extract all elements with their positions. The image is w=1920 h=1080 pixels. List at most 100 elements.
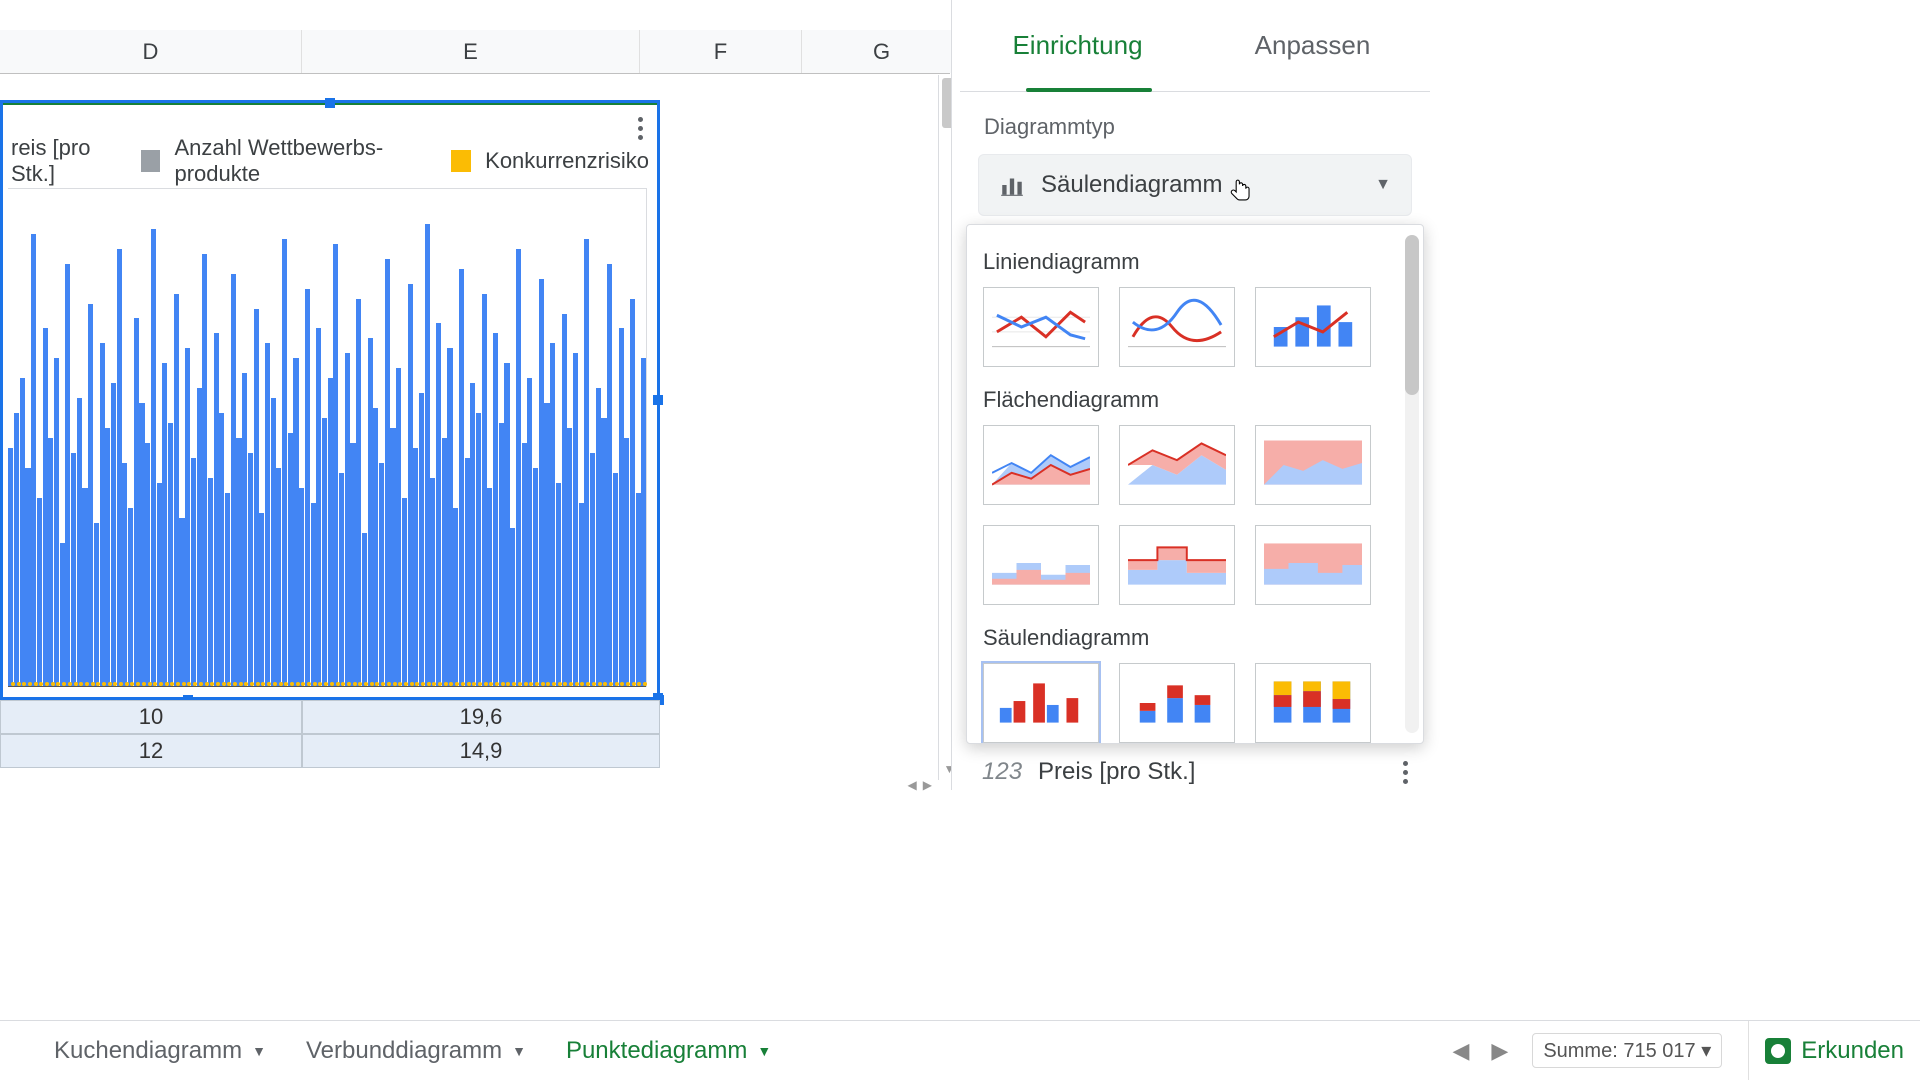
bar [197, 388, 202, 687]
thumb-area-100[interactable] [1255, 425, 1371, 505]
bar [356, 299, 361, 687]
bar [105, 428, 110, 687]
column-header-d[interactable]: D [0, 30, 302, 73]
resize-handle-top[interactable] [325, 98, 335, 108]
bar [305, 289, 310, 687]
bar [373, 408, 378, 687]
thumb-step-100[interactable] [1255, 525, 1371, 605]
caret-down-icon: ▼ [757, 1043, 771, 1059]
cell-d[interactable]: 10 [0, 700, 302, 734]
thumb-area-stacked[interactable] [1119, 425, 1235, 505]
cell-e[interactable]: 19,6 [302, 700, 660, 734]
bar [447, 348, 452, 687]
number-format-icon: 123 [982, 758, 1022, 786]
dropdown-scrollbar-thumb[interactable] [1405, 235, 1419, 395]
bar [516, 249, 521, 687]
bar [459, 269, 464, 687]
bar [100, 343, 105, 687]
table-row: 12 14,9 [0, 734, 660, 768]
explore-button[interactable]: Erkunden [1748, 1021, 1920, 1080]
bar [613, 473, 618, 687]
legend-label-1: Anzahl Wettbewerbs-produkte [174, 135, 437, 187]
dropdown-group-title: Flächendiagramm [983, 387, 1407, 413]
thumb-column-100[interactable] [1255, 663, 1371, 743]
table-row: 10 19,6 [0, 700, 660, 734]
bar [567, 428, 572, 687]
bar [345, 353, 350, 687]
data-range-field[interactable]: 123 Preis [pro Stk.] [960, 744, 1430, 800]
dropdown-group-title: Säulendiagramm [983, 625, 1407, 651]
bar [236, 438, 241, 687]
sheet-tab[interactable]: Verbunddiagramm▼ [292, 1031, 540, 1071]
bar [476, 413, 481, 687]
cell-d[interactable]: 12 [0, 734, 302, 768]
thumb-combo[interactable] [1255, 287, 1371, 367]
bar [470, 383, 475, 687]
bar [293, 358, 298, 687]
bar [339, 473, 344, 687]
summary-box[interactable]: Summe: 715 017 ▾ [1532, 1033, 1722, 1068]
tab-customize[interactable]: Anpassen [1195, 0, 1430, 91]
thumb-step[interactable] [983, 525, 1099, 605]
column-header-g[interactable]: G [802, 30, 962, 73]
bar [20, 378, 25, 687]
sheet-nav-prev[interactable]: ◀ [1452, 1038, 1469, 1064]
caret-down-icon: ▼ [512, 1043, 526, 1059]
bar [254, 309, 259, 687]
bar [202, 254, 207, 687]
bar [562, 314, 567, 688]
bar [590, 453, 595, 687]
thumb-spline[interactable] [1119, 287, 1235, 367]
field-menu-kebab[interactable] [1403, 761, 1408, 784]
bar [533, 468, 538, 687]
bar [333, 244, 338, 687]
bar [328, 378, 333, 687]
bar [350, 443, 355, 687]
bar [94, 523, 99, 687]
scroll-left-arrow[interactable]: ◀ [908, 778, 917, 792]
resize-handle-right[interactable] [653, 395, 663, 405]
bar [596, 388, 601, 687]
column-header-f[interactable]: F [640, 30, 802, 73]
bar [288, 433, 293, 687]
bar [607, 264, 612, 687]
bar [191, 458, 196, 687]
bar [77, 398, 82, 687]
sheet-nav-next[interactable]: ▶ [1491, 1038, 1508, 1064]
bar [248, 453, 253, 687]
chart-object[interactable]: reis [pro Stk.] Anzahl Wettbewerbs-produ… [0, 100, 660, 700]
bar [151, 229, 156, 687]
sheet-tab-bar: Kuchendiagramm▼ Verbunddiagramm▼ Punkted… [0, 1020, 1920, 1080]
bar [259, 513, 264, 687]
thumb-step-stacked[interactable] [1119, 525, 1235, 605]
bar [579, 503, 584, 687]
column-header-e[interactable]: E [302, 30, 640, 73]
scroll-right-arrow[interactable]: ▶ [923, 778, 932, 792]
explore-label: Erkunden [1801, 1037, 1904, 1065]
bar [482, 294, 487, 687]
column-header-row: D E F G [0, 30, 950, 74]
bar [88, 304, 93, 687]
tab-setup[interactable]: Einrichtung [960, 0, 1195, 91]
data-cells: 10 19,6 12 14,9 [0, 700, 660, 768]
panel-tabs: Einrichtung Anpassen [960, 0, 1430, 92]
bar [157, 483, 162, 687]
sheet-tab-active[interactable]: Punktediagramm▼ [552, 1031, 785, 1071]
thumb-column-stacked[interactable] [1119, 663, 1235, 743]
dropdown-group-title: Liniendiagramm [983, 249, 1407, 275]
bar [122, 463, 127, 687]
bar [619, 328, 624, 687]
field-label: Preis [pro Stk.] [1038, 758, 1195, 786]
thumb-line[interactable] [983, 287, 1099, 367]
chart-type-select[interactable]: Säulendiagramm ▼ [978, 154, 1412, 216]
thumb-area[interactable] [983, 425, 1099, 505]
bar-plot-area [8, 188, 647, 687]
chart-type-selected-text: Säulendiagramm [1041, 171, 1222, 199]
sheet-tab[interactable]: Kuchendiagramm▼ [40, 1031, 280, 1071]
bar [231, 274, 236, 687]
thumb-column[interactable] [983, 663, 1099, 743]
chart-menu-kebab[interactable] [638, 117, 643, 140]
horizontal-scrollbar[interactable]: ◀ ▶ [0, 776, 940, 794]
bar [436, 323, 441, 687]
cell-e[interactable]: 14,9 [302, 734, 660, 768]
